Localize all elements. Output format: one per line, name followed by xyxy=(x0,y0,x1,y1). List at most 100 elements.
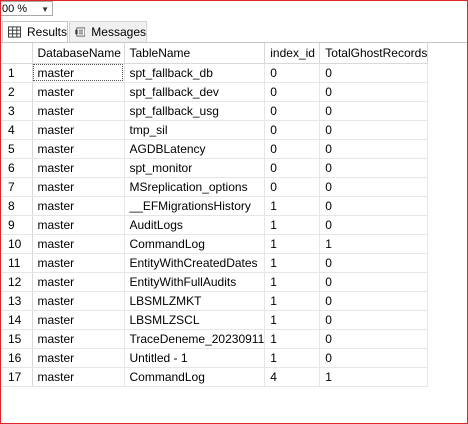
cell-index-id[interactable]: 1 xyxy=(264,196,321,216)
row-number[interactable]: 12 xyxy=(2,272,33,292)
table-row[interactable]: 13 master LBSMLZMKT 1 0 xyxy=(2,291,429,311)
cell-tablename[interactable]: Untitled - 1 xyxy=(124,348,266,368)
table-row[interactable]: 5 master AGDBLatency 0 0 xyxy=(2,139,429,159)
cell-totalghostrecords[interactable]: 0 xyxy=(319,82,429,102)
table-row[interactable]: 3 master spt_fallback_usg 0 0 xyxy=(2,101,429,121)
table-row[interactable]: 1 master spt_fallback_db 0 0 xyxy=(2,63,429,83)
row-number[interactable]: 13 xyxy=(2,291,33,311)
row-number[interactable]: 1 xyxy=(2,63,33,83)
cell-databasename[interactable]: master xyxy=(32,82,125,102)
table-row[interactable]: 7 master MSreplication_options 0 0 xyxy=(2,177,429,197)
cell-index-id[interactable]: 1 xyxy=(264,272,321,292)
cell-databasename[interactable]: master xyxy=(32,291,125,311)
cell-tablename[interactable]: LBSMLZMKT xyxy=(124,291,266,311)
column-header-totalghostrecords[interactable]: TotalGhostRecords xyxy=(319,43,429,64)
grid-corner[interactable] xyxy=(2,43,33,64)
cell-index-id[interactable]: 1 xyxy=(264,253,321,273)
cell-tablename[interactable]: spt_monitor xyxy=(124,158,266,178)
cell-tablename[interactable]: tmp_sil xyxy=(124,120,266,140)
zoom-dropdown[interactable]: 00 % ▼ xyxy=(1,1,53,16)
cell-index-id[interactable]: 1 xyxy=(264,348,321,368)
table-row[interactable]: 2 master spt_fallback_dev 0 0 xyxy=(2,82,429,102)
cell-index-id[interactable]: 0 xyxy=(264,101,321,121)
cell-databasename[interactable]: master xyxy=(32,120,125,140)
row-number[interactable]: 14 xyxy=(2,310,33,330)
cell-tablename[interactable]: CommandLog xyxy=(124,367,266,387)
row-number[interactable]: 17 xyxy=(2,367,33,387)
cell-databasename[interactable]: master xyxy=(32,272,125,292)
cell-totalghostrecords[interactable]: 0 xyxy=(319,348,429,368)
cell-tablename[interactable]: spt_fallback_db xyxy=(124,63,266,83)
cell-totalghostrecords[interactable]: 0 xyxy=(319,291,429,311)
row-number[interactable]: 2 xyxy=(2,82,33,102)
table-row[interactable]: 9 master AuditLogs 1 0 xyxy=(2,215,429,235)
cell-totalghostrecords[interactable]: 0 xyxy=(319,139,429,159)
cell-databasename[interactable]: master xyxy=(32,329,125,349)
cell-databasename[interactable]: master xyxy=(32,215,125,235)
cell-totalghostrecords[interactable]: 0 xyxy=(319,63,429,83)
row-number[interactable]: 4 xyxy=(2,120,33,140)
row-number[interactable]: 10 xyxy=(2,234,33,254)
table-row[interactable]: 8 master __EFMigrationsHistory 1 0 xyxy=(2,196,429,216)
cell-databasename[interactable]: master xyxy=(32,310,125,330)
chevron-down-icon[interactable]: ▼ xyxy=(41,2,49,17)
cell-databasename[interactable]: master xyxy=(32,253,125,273)
table-row[interactable]: 12 master EntityWithFullAudits 1 0 xyxy=(2,272,429,292)
table-row[interactable]: 14 master LBSMLZSCL 1 0 xyxy=(2,310,429,330)
cell-totalghostrecords[interactable]: 1 xyxy=(319,367,429,387)
cell-tablename[interactable]: EntityWithCreatedDates xyxy=(124,253,266,273)
cell-index-id[interactable]: 0 xyxy=(264,82,321,102)
cell-index-id[interactable]: 1 xyxy=(264,291,321,311)
cell-totalghostrecords[interactable]: 0 xyxy=(319,177,429,197)
cell-tablename[interactable]: CommandLog xyxy=(124,234,266,254)
cell-totalghostrecords[interactable]: 0 xyxy=(319,120,429,140)
table-row[interactable]: 11 master EntityWithCreatedDates 1 0 xyxy=(2,253,429,273)
cell-totalghostrecords[interactable]: 0 xyxy=(319,329,429,349)
row-number[interactable]: 11 xyxy=(2,253,33,273)
cell-totalghostrecords[interactable]: 0 xyxy=(319,196,429,216)
cell-tablename[interactable]: __EFMigrationsHistory xyxy=(124,196,266,216)
tab-messages[interactable]: Messages xyxy=(69,21,147,42)
cell-databasename[interactable]: master xyxy=(32,139,125,159)
cell-tablename[interactable]: MSreplication_options xyxy=(124,177,266,197)
row-number[interactable]: 8 xyxy=(2,196,33,216)
row-number[interactable]: 7 xyxy=(2,177,33,197)
cell-databasename[interactable]: master xyxy=(32,348,125,368)
row-number[interactable]: 6 xyxy=(2,158,33,178)
cell-totalghostrecords[interactable]: 0 xyxy=(319,101,429,121)
cell-tablename[interactable]: AGDBLatency xyxy=(124,139,266,159)
cell-databasename[interactable]: master xyxy=(32,177,125,197)
cell-totalghostrecords[interactable]: 0 xyxy=(319,310,429,330)
column-header-databasename[interactable]: DatabaseName xyxy=(32,43,125,64)
cell-databasename[interactable]: master xyxy=(32,101,125,121)
cell-index-id[interactable]: 0 xyxy=(264,63,321,83)
cell-totalghostrecords[interactable]: 1 xyxy=(319,234,429,254)
table-row[interactable]: 10 master CommandLog 1 1 xyxy=(2,234,429,254)
table-row[interactable]: 17 master CommandLog 4 1 xyxy=(2,367,429,387)
cell-totalghostrecords[interactable]: 0 xyxy=(319,253,429,273)
column-header-index-id[interactable]: index_id xyxy=(264,43,321,64)
cell-tablename[interactable]: LBSMLZSCL xyxy=(124,310,266,330)
cell-totalghostrecords[interactable]: 0 xyxy=(319,158,429,178)
row-number[interactable]: 3 xyxy=(2,101,33,121)
cell-databasename[interactable]: master xyxy=(32,196,125,216)
cell-index-id[interactable]: 1 xyxy=(264,329,321,349)
row-number[interactable]: 5 xyxy=(2,139,33,159)
table-row[interactable]: 16 master Untitled - 110 xyxy=(2,348,429,368)
row-number[interactable]: 15 xyxy=(2,329,33,349)
cell-index-id[interactable]: 0 xyxy=(264,158,321,178)
cell-tablename[interactable]: TraceDeneme_20230911 xyxy=(124,329,266,349)
cell-index-id[interactable]: 1 xyxy=(264,215,321,235)
cell-databasename[interactable]: master xyxy=(32,158,125,178)
cell-databasename[interactable]: master xyxy=(32,367,125,387)
cell-index-id[interactable]: 1 xyxy=(264,234,321,254)
cell-tablename[interactable]: spt_fallback_usg xyxy=(124,101,266,121)
cell-databasename[interactable]: master xyxy=(32,234,125,254)
column-header-tablename[interactable]: TableName xyxy=(124,43,266,64)
table-row[interactable]: 4 master tmp_sil 0 0 xyxy=(2,120,429,140)
table-row[interactable]: 15 master TraceDeneme_20230911 1 0 xyxy=(2,329,429,349)
table-row[interactable]: 6 master spt_monitor 0 0 xyxy=(2,158,429,178)
cell-tablename[interactable]: AuditLogs xyxy=(124,215,266,235)
row-number[interactable]: 16 xyxy=(2,348,33,368)
row-number[interactable]: 9 xyxy=(2,215,33,235)
